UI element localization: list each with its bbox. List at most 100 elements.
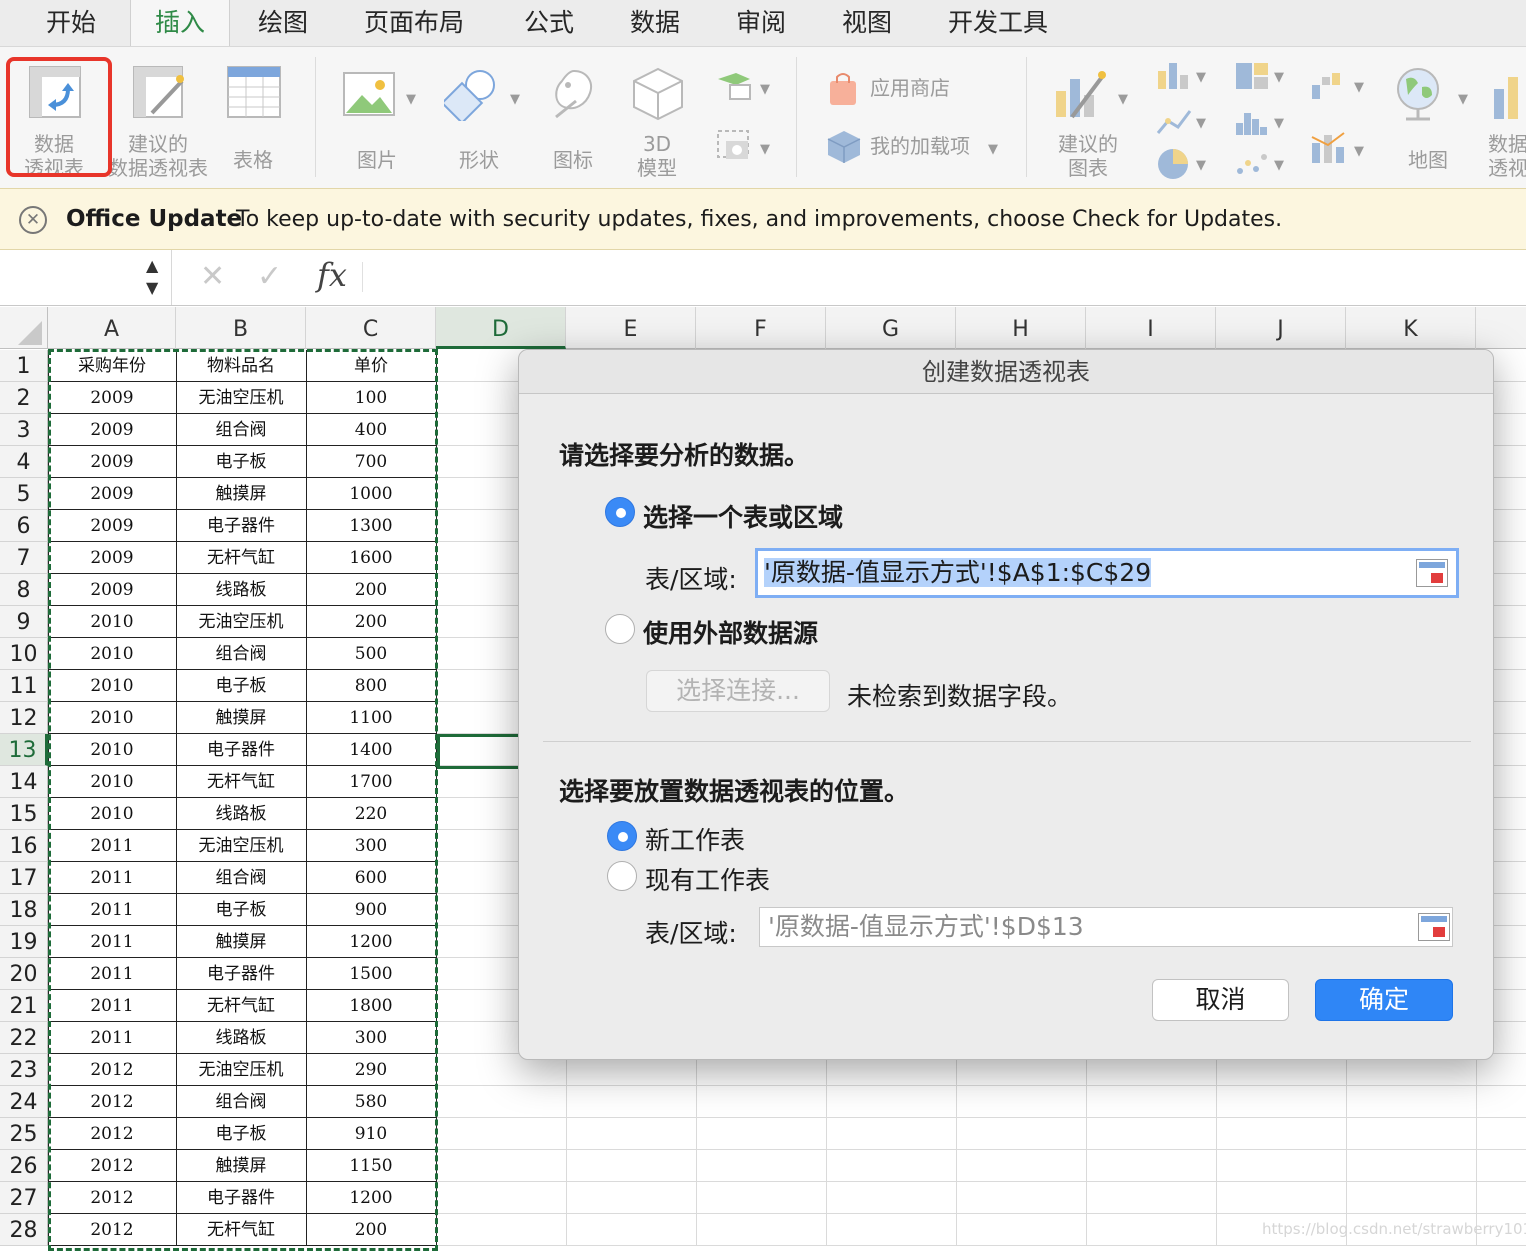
destination-input[interactable]: '原数据-值显示方式'!$D$13 xyxy=(759,907,1453,947)
row-header[interactable]: 12 xyxy=(0,702,48,734)
shapes-button[interactable]: ▼ 形状 xyxy=(440,61,520,179)
scatter-chart-dropdown-icon[interactable]: ▼ xyxy=(1274,155,1284,177)
map-dropdown-icon[interactable]: ▼ xyxy=(1458,89,1468,111)
column-header-f[interactable]: F xyxy=(696,307,826,349)
range-input[interactable]: '原数据-值显示方式'!$A$1:$C$29 xyxy=(755,548,1459,598)
row-header[interactable]: 15 xyxy=(0,798,48,830)
3d-model-button[interactable]: 3D 模型 xyxy=(624,61,690,179)
tab-draw[interactable]: 绘图 xyxy=(258,0,308,46)
recommended-charts-dropdown-icon[interactable]: ▼ xyxy=(1118,89,1128,111)
app-store-button[interactable]: 应用商店 xyxy=(822,69,972,109)
row-header[interactable]: 9 xyxy=(0,606,48,638)
row-header[interactable]: 8 xyxy=(0,574,48,606)
radio-select-table[interactable] xyxy=(605,497,635,527)
row-header[interactable]: 10 xyxy=(0,638,48,670)
triangle-down-icon[interactable]: ▼ xyxy=(146,278,158,297)
radio-new-worksheet-label[interactable]: 新工作表 xyxy=(645,821,745,857)
column-header-j[interactable]: J xyxy=(1216,307,1346,349)
tab-home[interactable]: 开始 xyxy=(46,0,96,46)
row-header[interactable]: 20 xyxy=(0,958,48,990)
column-header-k[interactable]: K xyxy=(1346,307,1476,349)
tab-page-layout[interactable]: 页面布局 xyxy=(364,0,464,46)
statistic-chart-button[interactable]: ▼ xyxy=(1232,105,1288,143)
smartart-button[interactable]: ▼ xyxy=(712,67,774,107)
column-header-e[interactable]: E xyxy=(566,307,696,349)
row-header[interactable]: 22 xyxy=(0,1022,48,1054)
row-header[interactable]: 24 xyxy=(0,1086,48,1118)
column-header-b[interactable]: B xyxy=(176,307,306,349)
tab-view[interactable]: 视图 xyxy=(842,0,892,46)
screenshot-dropdown-icon[interactable]: ▼ xyxy=(760,139,770,161)
recommended-pivot-button[interactable]: 建议的 数据透视表 xyxy=(100,61,216,179)
tab-data[interactable]: 数据 xyxy=(630,0,680,46)
recommended-charts-button[interactable]: ▼ 建议的 图表 xyxy=(1040,61,1140,179)
row-header[interactable]: 14 xyxy=(0,766,48,798)
column-header-c[interactable]: C xyxy=(306,307,436,349)
pie-chart-button[interactable]: ▼ xyxy=(1154,147,1210,185)
destination-picker-icon[interactable] xyxy=(1418,913,1450,941)
line-chart-button[interactable]: ▼ xyxy=(1154,105,1210,143)
pie-chart-dropdown-icon[interactable]: ▼ xyxy=(1196,155,1206,177)
row-header[interactable]: 4 xyxy=(0,446,48,478)
radio-existing-worksheet[interactable] xyxy=(607,861,637,891)
picture-dropdown-icon[interactable]: ▼ xyxy=(406,89,416,111)
column-chart-dropdown-icon[interactable]: ▼ xyxy=(1196,67,1206,89)
close-icon[interactable]: ✕ xyxy=(19,206,47,234)
row-header[interactable]: 1 xyxy=(0,350,48,382)
choose-connection-button[interactable]: 选择连接... xyxy=(646,670,830,712)
row-header[interactable]: 21 xyxy=(0,990,48,1022)
shapes-dropdown-icon[interactable]: ▼ xyxy=(510,89,520,111)
row-header[interactable]: 13 xyxy=(0,734,48,766)
row-header[interactable]: 11 xyxy=(0,670,48,702)
radio-external-source[interactable] xyxy=(605,614,635,644)
tab-insert[interactable]: 插入 xyxy=(130,0,230,46)
scatter-chart-button[interactable]: ▼ xyxy=(1232,147,1288,185)
column-header-i[interactable]: I xyxy=(1086,307,1216,349)
row-header[interactable]: 3 xyxy=(0,414,48,446)
row-header[interactable]: 6 xyxy=(0,510,48,542)
row-header[interactable]: 5 xyxy=(0,478,48,510)
my-addins-dropdown-icon[interactable]: ▼ xyxy=(988,139,998,161)
waterfall-chart-button[interactable]: ▼ xyxy=(1308,69,1368,107)
line-chart-dropdown-icon[interactable]: ▼ xyxy=(1196,113,1206,135)
column-header-h[interactable]: H xyxy=(956,307,1086,349)
row-header[interactable]: 2 xyxy=(0,382,48,414)
ok-button[interactable]: 确定 xyxy=(1315,979,1453,1021)
combo-chart-button[interactable]: ▼ xyxy=(1308,129,1368,167)
table-button[interactable]: 表格 xyxy=(222,61,284,179)
my-addins-button[interactable]: 我的加载项 ▼ xyxy=(822,127,1008,167)
row-header[interactable]: 25 xyxy=(0,1118,48,1150)
range-picker-icon[interactable] xyxy=(1416,559,1448,587)
row-header[interactable]: 7 xyxy=(0,542,48,574)
tab-formulas[interactable]: 公式 xyxy=(524,0,574,46)
radio-new-worksheet[interactable] xyxy=(607,821,637,851)
picture-button[interactable]: ▼ 图片 xyxy=(338,61,418,179)
tab-review[interactable]: 审阅 xyxy=(736,0,786,46)
column-header-g[interactable]: G xyxy=(826,307,956,349)
name-box[interactable]: ▲ ▼ xyxy=(0,250,172,305)
column-chart-button[interactable]: ▼ xyxy=(1154,59,1210,97)
hierarchy-chart-dropdown-icon[interactable]: ▼ xyxy=(1274,67,1284,89)
combo-chart-dropdown-icon[interactable]: ▼ xyxy=(1354,141,1364,163)
radio-existing-worksheet-label[interactable]: 现有工作表 xyxy=(645,861,770,897)
column-header-d[interactable]: D xyxy=(436,307,566,349)
pivot-chart-button[interactable]: 数据 透视 xyxy=(1486,61,1526,179)
row-header[interactable]: 28 xyxy=(0,1214,48,1246)
x-icon[interactable]: ✕ xyxy=(200,259,225,294)
column-header-a[interactable]: A xyxy=(48,307,176,349)
radio-external-source-label[interactable]: 使用外部数据源 xyxy=(643,614,818,650)
radio-select-table-label[interactable]: 选择一个表或区域 xyxy=(643,498,843,534)
triangle-up-icon[interactable]: ▲ xyxy=(146,256,158,275)
row-header[interactable]: 16 xyxy=(0,830,48,862)
waterfall-chart-dropdown-icon[interactable]: ▼ xyxy=(1354,77,1364,99)
row-header[interactable]: 26 xyxy=(0,1150,48,1182)
select-all-corner[interactable] xyxy=(0,307,48,349)
row-header[interactable]: 18 xyxy=(0,894,48,926)
row-header[interactable]: 17 xyxy=(0,862,48,894)
map-button[interactable]: ▼ 地图 xyxy=(1386,61,1470,179)
row-header[interactable]: 23 xyxy=(0,1054,48,1086)
tab-developer[interactable]: 开发工具 xyxy=(948,0,1048,46)
cancel-button[interactable]: 取消 xyxy=(1152,979,1289,1021)
statistic-chart-dropdown-icon[interactable]: ▼ xyxy=(1274,113,1284,135)
row-header[interactable]: 19 xyxy=(0,926,48,958)
